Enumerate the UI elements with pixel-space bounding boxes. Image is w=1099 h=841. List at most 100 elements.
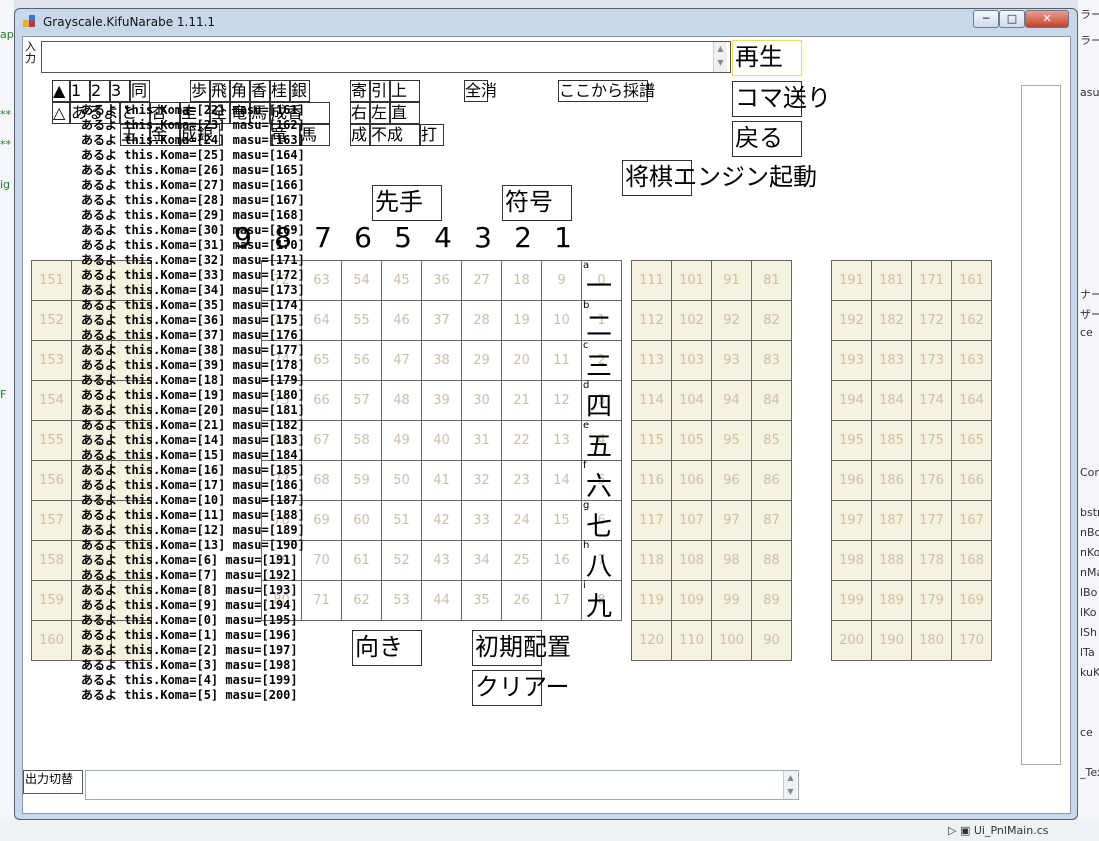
right-stand2-square[interactable]: 161 [951,260,992,301]
right-stand2-square[interactable]: 184 [871,380,912,421]
right-stand1-square[interactable]: 86 [751,460,792,501]
board-square[interactable]: 17 [541,580,582,621]
board-square[interactable]: 48 [381,380,422,421]
board-square[interactable]: 52 [381,540,422,581]
right-stand1-square[interactable]: 113 [631,340,672,381]
right-stand2-square[interactable]: 188 [871,540,912,581]
piece-button[interactable]: 角 [230,80,250,102]
piece-button[interactable]: 引 [370,80,390,102]
right-stand2-square[interactable]: 174 [911,380,952,421]
left-stand-square[interactable]: 159 [31,580,72,621]
right-stand1-square[interactable]: 89 [751,580,792,621]
board-square[interactable]: 25 [501,540,542,581]
right-stand2-square[interactable]: 165 [951,420,992,461]
board-square[interactable]: 69 [301,500,342,541]
board-square[interactable]: 44 [421,580,462,621]
board-square[interactable]: 16 [541,540,582,581]
right-stand1-square[interactable]: 104 [671,380,712,421]
right-stand1-square[interactable]: 87 [751,500,792,541]
board-square[interactable]: 28 [461,300,502,341]
board-square[interactable]: 53 [381,580,422,621]
piece-button[interactable]: 成 [350,124,370,146]
right-stand1-square[interactable]: 117 [631,500,672,541]
board-square[interactable]: 65 [301,340,342,381]
piece-button[interactable]: 全消 [464,80,497,102]
board-square[interactable]: 38 [421,340,462,381]
board-square[interactable]: 39 [421,380,462,421]
right-stand2-square[interactable]: 164 [951,380,992,421]
right-stand1-square[interactable]: 102 [671,300,712,341]
board-square[interactable]: 55 [341,300,382,341]
right-stand1-square[interactable]: 119 [631,580,672,621]
board-square[interactable]: 9 [541,260,582,301]
left-stand-square[interactable]: 160 [31,620,72,661]
right-stand1-square[interactable]: 100 [711,620,752,661]
board-square[interactable]: 13 [541,420,582,461]
board-square[interactable]: 37 [421,300,462,341]
engine-start-button[interactable]: 将棋エンジン起動 [622,160,817,196]
right-stand1-square[interactable]: 92 [711,300,752,341]
symbol-button[interactable]: 符号 [502,185,572,221]
board-square[interactable]: 66 [301,380,342,421]
board-square[interactable]: 61 [341,540,382,581]
board-square[interactable]: 32 [461,460,502,501]
right-stand1-square[interactable]: 101 [671,260,712,301]
right-stand1-square[interactable]: 115 [631,420,672,461]
board-square[interactable]: 54 [341,260,382,301]
output-textbox[interactable] [85,770,799,800]
right-stand2-square[interactable]: 192 [831,300,872,341]
right-stand1-square[interactable]: 106 [671,460,712,501]
right-stand2-square[interactable]: 190 [871,620,912,661]
board-square[interactable]: 60 [341,500,382,541]
clear-button[interactable]: クリアー [472,670,570,706]
right-stand1-square[interactable]: 103 [671,340,712,381]
right-stand2-square[interactable]: 178 [911,540,952,581]
piece-button[interactable]: △ [52,102,70,124]
right-stand2-square[interactable]: 198 [831,540,872,581]
piece-button[interactable]: 右 [350,102,370,124]
board-square[interactable]: 21 [501,380,542,421]
piece-button[interactable]: 飛 [210,80,230,102]
right-stand2-square[interactable]: 186 [871,460,912,501]
board-square[interactable]: 19 [501,300,542,341]
right-stand2-square[interactable]: 170 [951,620,992,661]
piece-button[interactable]: 打 [420,124,444,146]
piece-button[interactable]: 不成 [370,124,420,146]
play-button[interactable]: 再生 [732,40,802,76]
left-stand-square[interactable]: 153 [31,340,72,381]
board-square[interactable]: 59 [341,460,382,501]
right-stand2-square[interactable]: 163 [951,340,992,381]
right-stand2-square[interactable]: 187 [871,500,912,541]
piece-button[interactable]: 歩 [190,80,210,102]
board-square[interactable]: 67 [301,420,342,461]
board-square[interactable]: 15 [541,500,582,541]
board-square[interactable]: 29 [461,340,502,381]
piece-button[interactable]: 1 [70,80,90,102]
board-square[interactable]: 34 [461,540,502,581]
right-stand2-square[interactable]: 180 [911,620,952,661]
right-stand2-square[interactable]: 169 [951,580,992,621]
piece-button[interactable]: 3 [110,80,130,102]
left-stand-square[interactable]: 154 [31,380,72,421]
right-stand2-square[interactable]: 175 [911,420,952,461]
board-square[interactable]: 57 [341,380,382,421]
left-stand-square[interactable]: 158 [31,540,72,581]
right-stand1-square[interactable]: 95 [711,420,752,461]
left-stand-square[interactable]: 152 [31,300,72,341]
sente-button[interactable]: 先手 [372,185,442,221]
right-stand1-square[interactable]: 109 [671,580,712,621]
board-square[interactable]: 40 [421,420,462,461]
board-square[interactable]: 46 [381,300,422,341]
right-stand2-square[interactable]: 168 [951,540,992,581]
right-stand2-square[interactable]: 167 [951,500,992,541]
right-stand1-square[interactable]: 91 [711,260,752,301]
piece-button[interactable]: 2 [90,80,110,102]
right-stand2-square[interactable]: 176 [911,460,952,501]
board-square[interactable]: 58 [341,420,382,461]
right-stand1-square[interactable]: 105 [671,420,712,461]
minimize-button[interactable]: ─ [973,10,999,28]
piece-button[interactable]: ここから採譜 [558,80,655,102]
board-square[interactable]: 23 [501,460,542,501]
right-stand1-square[interactable]: 82 [751,300,792,341]
right-stand2-square[interactable]: 173 [911,340,952,381]
